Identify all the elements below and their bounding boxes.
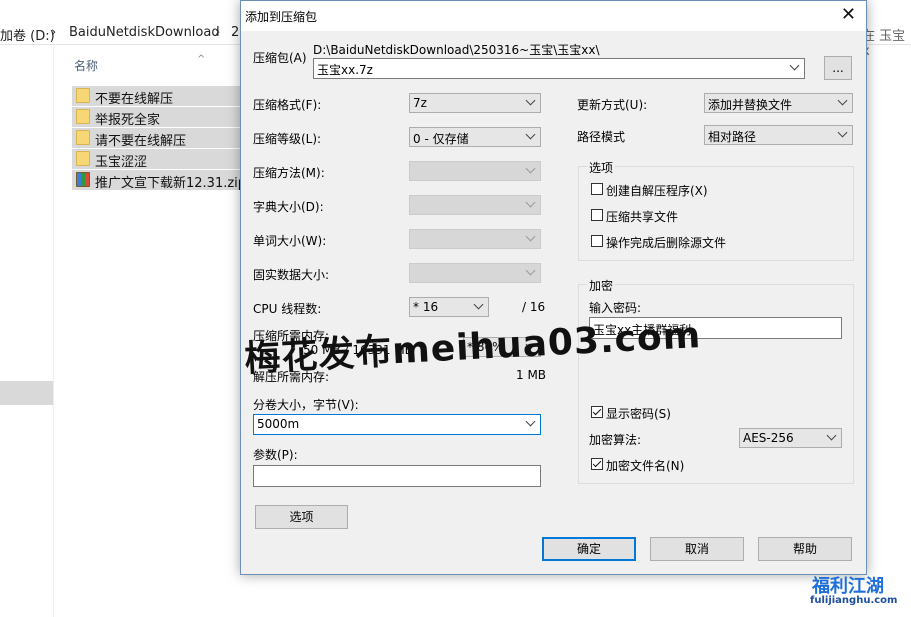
parameters-input[interactable] — [253, 465, 541, 487]
file-name: 举报死全家 — [95, 113, 161, 128]
chevron-down-icon — [475, 300, 483, 308]
chevron-down-icon — [527, 130, 535, 138]
file-name: 玉宝涩涩 — [95, 155, 148, 170]
cpu-threads-value: * 16 — [413, 300, 439, 314]
format-select[interactable]: 7z — [409, 93, 541, 113]
folder-icon — [76, 130, 90, 145]
chevron-down-icon — [839, 96, 847, 104]
chevron-down-icon — [527, 417, 535, 425]
dictionary-label: 字典大小(D): — [253, 200, 324, 214]
cpu-threads-max: / 16 — [522, 300, 546, 314]
format-value: 7z — [413, 96, 427, 110]
breadcrumb-chevron-icon: › — [51, 25, 57, 40]
chevron-down-icon — [839, 128, 847, 136]
folder-icon — [76, 88, 90, 103]
update-mode-value: 添加并替换文件 — [708, 98, 793, 112]
chevron-down-icon — [527, 164, 535, 172]
file-list-item[interactable]: 玉宝涩涩 — [72, 149, 240, 170]
file-list-item[interactable]: 请不要在线解压 — [72, 128, 240, 149]
chevron-down-icon — [791, 61, 799, 69]
archive-name-value: 玉宝xx.7z — [317, 63, 373, 77]
update-mode-label: 更新方式(U): — [577, 98, 648, 112]
chevron-down-icon — [828, 431, 836, 439]
level-select[interactable]: 0 - 仅存储 — [409, 127, 541, 147]
path-mode-value: 相对路径 — [708, 130, 757, 144]
solid-block-select — [409, 263, 541, 283]
format-label: 压缩格式(F): — [253, 98, 322, 112]
method-select — [409, 161, 541, 181]
search-box-hint[interactable]: 在 玉宝x — [862, 25, 911, 59]
compress-shared-checkbox[interactable] — [591, 209, 603, 221]
archive-name-combo[interactable]: 玉宝xx.7z — [313, 58, 805, 79]
archive-path: D:\BaiduNetdiskDownload\250316~玉宝\玉宝xx\ — [313, 43, 600, 57]
create-sfx-label[interactable]: 创建自解压程序(X) — [606, 182, 708, 199]
encryption-method-select[interactable]: AES-256 — [739, 428, 842, 448]
navigation-pane — [0, 44, 54, 617]
chevron-down-icon — [527, 266, 535, 274]
word-size-select — [409, 229, 541, 249]
volume-size-label: 分卷大小，字节(V): — [253, 398, 359, 412]
parameters-label: 参数(P): — [253, 448, 298, 462]
volume-size-combo[interactable]: 5000m — [253, 414, 541, 435]
delete-after-checkbox[interactable] — [591, 235, 603, 247]
file-list-item[interactable]: 不要在线解压 — [72, 86, 240, 107]
delete-after-label[interactable]: 操作完成后删除源文件 — [606, 234, 726, 251]
breadcrumb-folder[interactable]: BaiduNetdiskDownload — [69, 25, 220, 40]
file-name: 不要在线解压 — [95, 92, 174, 107]
dialog-titlebar[interactable]: 添加到压缩包 ✕ — [241, 1, 866, 31]
encryption-method-value: AES-256 — [743, 431, 794, 445]
zip-archive-icon — [76, 172, 90, 187]
breadcrumb-chevron-icon: › — [215, 25, 221, 40]
ok-button[interactable]: 确定 — [542, 537, 636, 561]
folder-icon — [76, 151, 90, 166]
file-list-item[interactable]: 举报死全家 — [72, 107, 240, 128]
word-size-label: 单词大小(W): — [253, 234, 327, 248]
logo-text-en: fulijianghu.com — [810, 595, 898, 606]
create-sfx-checkbox[interactable] — [591, 183, 603, 195]
close-icon[interactable]: ✕ — [841, 4, 856, 25]
options-group-title: 选项 — [587, 159, 616, 176]
column-header-name[interactable]: 名称 — [74, 57, 98, 74]
cancel-button[interactable]: 取消 — [650, 537, 744, 561]
archive-label: 压缩包(A) — [253, 51, 307, 65]
encrypt-names-checkbox[interactable] — [591, 458, 603, 470]
show-password-checkbox[interactable] — [591, 406, 603, 418]
site-logo: 福利江湖 fulijianghu.com — [808, 572, 904, 612]
path-mode-label: 路径模式 — [577, 130, 626, 144]
navigation-selected-item[interactable] — [0, 381, 53, 405]
encryption-method-label: 加密算法: — [589, 433, 642, 447]
chevron-down-icon — [527, 96, 535, 104]
breadcrumb-drive[interactable]: 加卷 (D:) — [0, 25, 55, 44]
help-button[interactable]: 帮助 — [758, 537, 852, 561]
chevron-down-icon — [527, 198, 535, 206]
solid-block-label: 固实数据大小: — [253, 268, 330, 282]
path-mode-select[interactable]: 相对路径 — [704, 125, 853, 145]
add-to-archive-dialog: 添加到压缩包 ✕ 压缩包(A) D:\BaiduNetdiskDownload\… — [240, 0, 867, 575]
cpu-threads-label: CPU 线程数: — [253, 302, 322, 316]
chevron-down-icon — [527, 232, 535, 240]
cpu-threads-select[interactable]: * 16 — [409, 297, 489, 317]
file-list-item[interactable]: 推广文宣下载新12.31.zip — [72, 170, 246, 191]
decompress-memory-value: 1 MB — [516, 368, 547, 382]
browse-button[interactable]: ... — [824, 56, 852, 80]
encrypt-names-label[interactable]: 加密文件名(N) — [606, 457, 684, 474]
file-name: 请不要在线解压 — [95, 134, 187, 149]
level-label: 压缩等级(L): — [253, 132, 322, 146]
dialog-title: 添加到压缩包 — [245, 10, 318, 24]
show-password-label[interactable]: 显示密码(S) — [606, 405, 671, 422]
sort-chevron-icon: ^ — [197, 54, 206, 65]
file-name: 推广文宣下载新12.31.zip — [95, 176, 247, 191]
level-value: 0 - 仅存储 — [413, 132, 469, 146]
encryption-group-title: 加密 — [587, 277, 616, 294]
dictionary-select — [409, 195, 541, 215]
volume-size-value: 5000m — [257, 417, 300, 431]
compress-shared-label[interactable]: 压缩共享文件 — [606, 208, 678, 225]
options-button[interactable]: 选项 — [255, 505, 348, 529]
folder-icon — [76, 109, 90, 124]
method-label: 压缩方法(M): — [253, 166, 325, 180]
update-mode-select[interactable]: 添加并替换文件 — [704, 93, 853, 113]
